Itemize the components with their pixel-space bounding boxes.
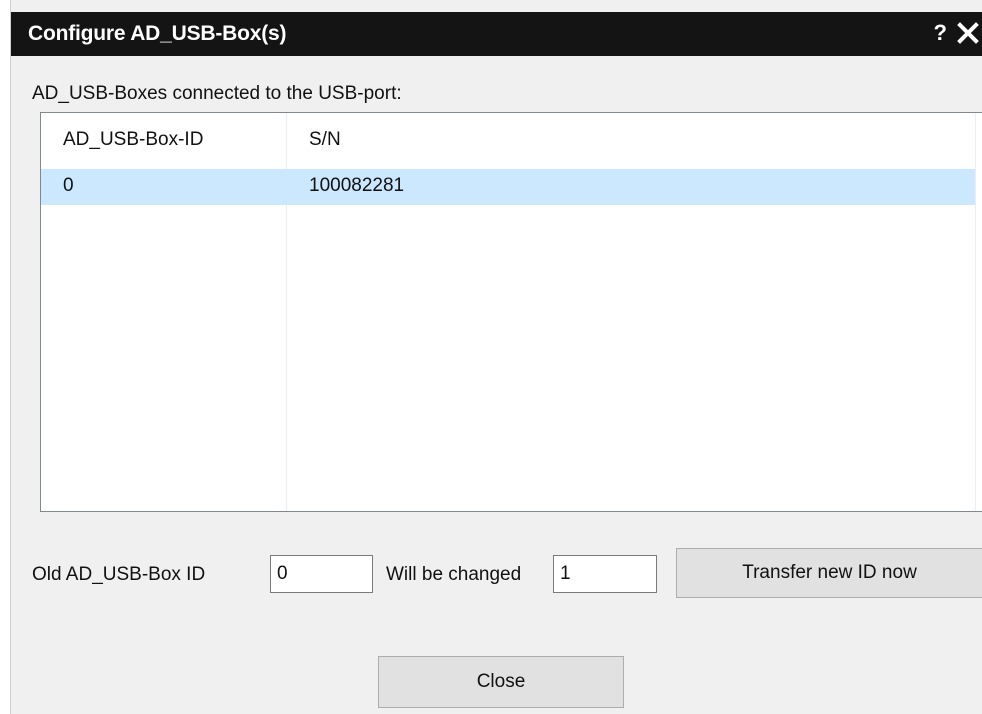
list-item[interactable]: 0 100082281 — [41, 169, 975, 205]
usb-boxes-label: AD_USB-Boxes connected to the USB-port: — [32, 83, 402, 104]
help-button[interactable]: ? — [934, 20, 947, 46]
column-header-id[interactable]: AD_USB-Box-ID — [63, 129, 203, 151]
old-id-field[interactable] — [270, 555, 373, 593]
new-id-field[interactable] — [553, 555, 657, 593]
column-divider — [975, 113, 976, 511]
window-title: Configure AD_USB-Box(s) — [28, 22, 287, 45]
usb-box-list[interactable]: AD_USB-Box-ID S/N 0 100082281 — [40, 112, 982, 512]
close-button[interactable]: Close — [378, 656, 624, 708]
column-header-sn[interactable]: S/N — [309, 129, 341, 151]
dialog-window: Configure AD_USB-Box(s) ? AD_USB-Boxes c… — [10, 0, 982, 714]
old-id-label: Old AD_USB-Box ID — [32, 564, 206, 585]
box-id-cell: 0 — [63, 175, 74, 196]
list-header: AD_USB-Box-ID S/N — [41, 113, 982, 167]
new-id-label: Will be changed — [386, 564, 522, 585]
title-bar[interactable]: Configure AD_USB-Box(s) ? — [11, 12, 982, 56]
close-icon[interactable] — [955, 20, 981, 46]
transfer-id-button[interactable]: Transfer new ID now — [676, 548, 982, 598]
serial-number-cell: 100082281 — [309, 175, 405, 196]
